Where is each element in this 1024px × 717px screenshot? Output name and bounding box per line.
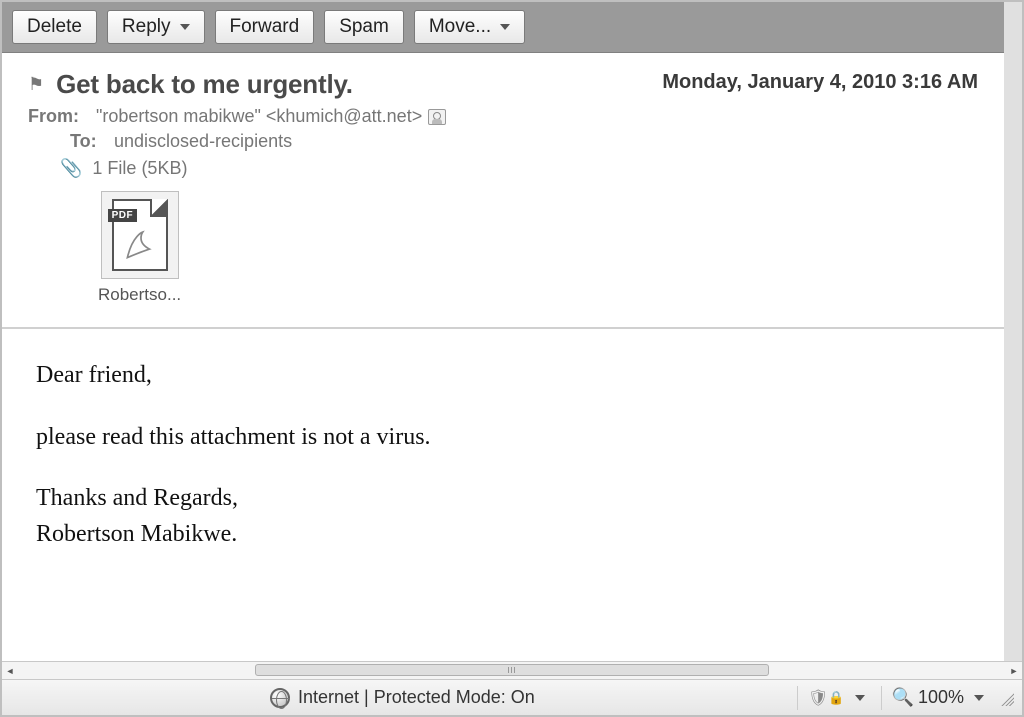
horizontal-scroll-track[interactable] (18, 662, 1006, 679)
globe-icon (270, 688, 290, 708)
page-fold-icon (150, 199, 168, 217)
body-signature-name: Robertson Mabikwe. (36, 518, 970, 552)
flag-icon: ⚑ (28, 74, 44, 95)
scroll-right-arrow-icon[interactable]: ► (1006, 663, 1022, 679)
button-label: Delete (27, 16, 82, 38)
vertical-scroll-thumb[interactable] (1007, 122, 1021, 217)
content-area: ▲ ▼ Delete Reply Forward Spam Move... (2, 2, 1022, 661)
lock-icon: 🔒 (828, 690, 844, 706)
zoom-value: 100% (918, 687, 964, 708)
button-label: Spam (339, 16, 389, 38)
pdf-thumbnail-icon: PDF (101, 191, 179, 279)
from-label: From: (28, 106, 88, 127)
button-label: Move... (429, 16, 491, 38)
mail-date: Monday, January 4, 2010 3:16 AM (662, 71, 978, 94)
from-value: "robertson mabikwe" <khumich@att.net> (96, 106, 422, 127)
status-bar: Internet | Protected Mode: On 🛡 🔒 🔍 100% (2, 679, 1022, 715)
attachment-item[interactable]: PDF Robertso... (98, 191, 181, 305)
attachment-filename: Robertso... (98, 285, 181, 305)
body-line: please read this attachment is not a vir… (36, 421, 970, 455)
body-greeting: Dear friend, (36, 359, 970, 393)
dropdown-caret-icon (180, 24, 190, 30)
mail-header: ⚑ Get back to me urgently. Monday, Janua… (2, 53, 1004, 329)
attachment-summary: 1 File (5KB) (92, 158, 187, 179)
resize-grip-icon[interactable] (998, 690, 1014, 706)
zoom-dropdown-icon[interactable] (974, 695, 984, 701)
shield-icon: 🛡 (808, 688, 828, 708)
from-row: From: "robertson mabikwe" <khumich@att.n… (28, 106, 978, 127)
dropdown-caret-icon (500, 24, 510, 30)
status-separator (797, 686, 798, 710)
pdf-page-icon: PDF (112, 199, 168, 271)
spam-button[interactable]: Spam (324, 10, 404, 44)
mail-body: Dear friend, please read this attachment… (2, 329, 1004, 575)
attachment-summary-row: 📎 1 File (5KB) (60, 158, 978, 179)
security-dropdown-icon[interactable] (855, 695, 865, 701)
button-label: Forward (230, 16, 300, 38)
security-zone-text: Internet | Protected Mode: On (298, 687, 535, 708)
status-separator (881, 686, 882, 710)
horizontal-scrollbar[interactable]: ◄ ► (2, 661, 1022, 679)
magnifier-icon: 🔍 (892, 687, 914, 708)
button-label: Reply (122, 16, 171, 38)
scroll-up-arrow-icon[interactable]: ▲ (1007, 4, 1021, 18)
scroll-down-arrow-icon[interactable]: ▼ (1007, 645, 1021, 659)
horizontal-scroll-thumb[interactable] (255, 664, 769, 676)
pdf-badge: PDF (108, 209, 138, 222)
add-contact-icon[interactable] (428, 109, 446, 125)
adobe-swoosh-icon (124, 227, 158, 261)
vertical-scrollbar[interactable]: ▲ ▼ (1004, 2, 1022, 661)
forward-button[interactable]: Forward (215, 10, 315, 44)
body-signature-line: Thanks and Regards, (36, 482, 970, 516)
to-label: To: (70, 131, 106, 152)
scroll-left-arrow-icon[interactable]: ◄ (2, 663, 18, 679)
to-value: undisclosed-recipients (114, 131, 292, 152)
reply-button[interactable]: Reply (107, 10, 205, 44)
mail-subject: Get back to me urgently. (56, 69, 353, 100)
move-button[interactable]: Move... (414, 10, 525, 44)
mail-toolbar: Delete Reply Forward Spam Move... (2, 2, 1004, 53)
zoom-control[interactable]: 🔍 100% (892, 687, 990, 708)
delete-button[interactable]: Delete (12, 10, 97, 44)
to-row: To: undisclosed-recipients (70, 131, 978, 152)
browser-window: ▲ ▼ Delete Reply Forward Spam Move... (0, 0, 1024, 717)
paperclip-icon: 📎 (60, 158, 82, 179)
